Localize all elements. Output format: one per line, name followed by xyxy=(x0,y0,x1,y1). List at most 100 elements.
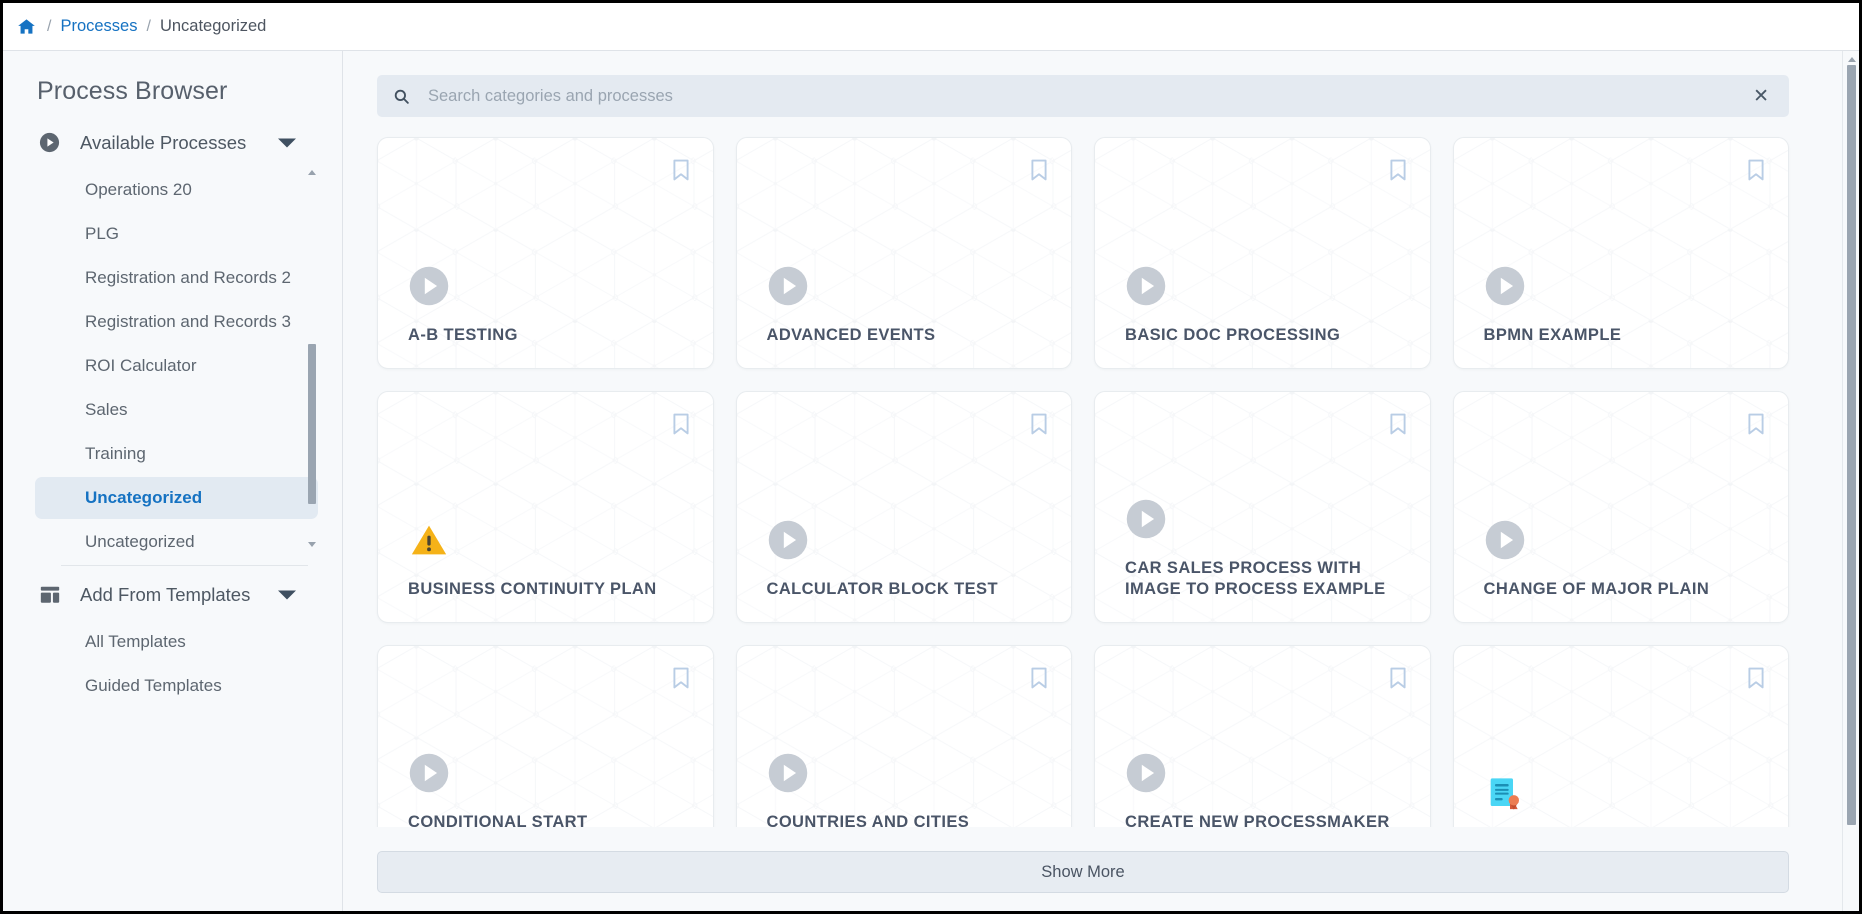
home-icon[interactable] xyxy=(17,17,36,36)
sidebar-section-label: Add From Templates xyxy=(80,584,250,606)
process-card-body: CHANGE OF MAJOR PLAIN xyxy=(1484,519,1765,600)
sidebar-section-add-from-templates: Add From Templates All Templates Guided … xyxy=(3,576,342,709)
page-body: Process Browser Available Processes Oper… xyxy=(3,51,1859,911)
sidebar-section-header-add-from-templates[interactable]: Add From Templates xyxy=(3,576,342,613)
play-circle-icon xyxy=(408,265,450,307)
sidebar-scrollbar-thumb[interactable] xyxy=(308,344,316,504)
search-box: ✕ xyxy=(377,75,1789,117)
templates-icon xyxy=(37,582,62,607)
bookmark-icon[interactable] xyxy=(671,412,691,441)
process-card[interactable]: CREDIT APPROVAL PROCESS xyxy=(1453,645,1790,827)
process-card-body: CONDITIONAL START SUBPROCESS xyxy=(408,752,689,827)
sidebar-item-plg[interactable]: PLG xyxy=(35,213,318,255)
breadcrumb-current: Uncategorized xyxy=(160,17,266,36)
show-more-wrap: Show More xyxy=(343,827,1859,911)
process-card[interactable]: CALCULATOR BLOCK TEST xyxy=(736,391,1073,623)
process-card-title: BASIC DOC PROCESSING xyxy=(1125,325,1406,346)
process-cards-grid: A-B TESTING ADVANCED EVENTS BASIC DOC PROC… xyxy=(377,137,1789,827)
bookmark-icon[interactable] xyxy=(671,158,691,187)
bookmark-icon[interactable] xyxy=(1388,666,1408,695)
sidebar: Process Browser Available Processes Oper… xyxy=(3,51,343,911)
bookmark-icon[interactable] xyxy=(1029,158,1049,187)
sidebar-section-available-processes: Available Processes Operations 20 PLG Re… xyxy=(3,124,342,551)
process-card[interactable]: BASIC DOC PROCESSING xyxy=(1094,137,1431,369)
scroll-down-arrow-icon[interactable] xyxy=(308,541,316,547)
sidebar-item-roi-calculator[interactable]: ROI Calculator xyxy=(35,345,318,387)
sidebar-item-operations-20[interactable]: Operations 20 xyxy=(35,169,318,211)
sidebar-processes-list: Operations 20 PLG Registration and Recor… xyxy=(3,161,342,551)
play-circle-icon xyxy=(37,130,62,155)
main-scroll-area: ✕ A-B TESTING ADVANCED EVENTS BASIC DOC PR… xyxy=(343,51,1859,827)
clear-search-button[interactable]: ✕ xyxy=(1747,85,1775,108)
process-card[interactable]: BPMN EXAMPLE xyxy=(1453,137,1790,369)
bookmark-icon[interactable] xyxy=(671,666,691,695)
sidebar-item-uncategorized[interactable]: Uncategorized xyxy=(35,521,318,551)
process-card-body: CAR SALES PROCESS WITH IMAGE TO PROCESS … xyxy=(1125,498,1406,600)
process-card-body: BASIC DOC PROCESSING xyxy=(1125,265,1406,346)
breadcrumb-separator-1: / xyxy=(47,18,51,36)
page-scrollbar[interactable] xyxy=(1842,51,1859,911)
process-card-title: BUSINESS CONTINUITY PLAN xyxy=(408,579,689,600)
search-icon xyxy=(393,88,410,105)
bookmark-icon[interactable] xyxy=(1388,412,1408,441)
process-card[interactable]: A-B TESTING xyxy=(377,137,714,369)
bookmark-icon[interactable] xyxy=(1388,158,1408,187)
process-card-body: CREATE NEW PROCESSMAKER USER xyxy=(1125,752,1406,827)
play-circle-icon xyxy=(1125,752,1167,794)
main-content: ✕ A-B TESTING ADVANCED EVENTS BASIC DOC PR… xyxy=(343,51,1859,911)
bookmark-icon[interactable] xyxy=(1746,412,1766,441)
sidebar-item-uncategorized-selected[interactable]: Uncategorized xyxy=(35,477,318,519)
play-circle-icon xyxy=(408,752,450,794)
process-card[interactable]: BUSINESS CONTINUITY PLAN xyxy=(377,391,714,623)
play-circle-icon xyxy=(767,752,809,794)
play-circle-icon xyxy=(1484,265,1526,307)
process-card-title: CALCULATOR BLOCK TEST xyxy=(767,579,1048,600)
process-card[interactable]: CAR SALES PROCESS WITH IMAGE TO PROCESS … xyxy=(1094,391,1431,623)
sidebar-item-guided-templates[interactable]: Guided Templates xyxy=(35,665,318,707)
process-card[interactable]: COUNTRIES AND CITIES EXAMPLE xyxy=(736,645,1073,827)
sidebar-item-sales[interactable]: Sales xyxy=(35,389,318,431)
process-card-title: CHANGE OF MAJOR PLAIN xyxy=(1484,579,1765,600)
bookmark-icon[interactable] xyxy=(1029,666,1049,695)
process-card[interactable]: CREATE NEW PROCESSMAKER USER xyxy=(1094,645,1431,827)
process-card[interactable]: CHANGE OF MAJOR PLAIN xyxy=(1453,391,1790,623)
search-row: ✕ xyxy=(377,75,1831,137)
process-card-body: CALCULATOR BLOCK TEST xyxy=(767,519,1048,600)
scroll-up-arrow-icon[interactable] xyxy=(1843,53,1859,65)
sidebar-item-registration-and-records-3[interactable]: Registration and Records 3 xyxy=(35,301,318,343)
search-input[interactable] xyxy=(410,87,1747,106)
process-card[interactable]: ADVANCED EVENTS xyxy=(736,137,1073,369)
process-card-title: CAR SALES PROCESS WITH IMAGE TO PROCESS … xyxy=(1125,558,1406,600)
bookmark-icon[interactable] xyxy=(1029,412,1049,441)
process-card-body: ADVANCED EVENTS xyxy=(767,265,1048,346)
process-card-title: A-B TESTING xyxy=(408,325,689,346)
page-title: Process Browser xyxy=(3,51,342,124)
sidebar-item-all-templates[interactable]: All Templates xyxy=(35,621,318,663)
chevron-down-icon[interactable] xyxy=(278,590,296,599)
breadcrumb-separator-2: / xyxy=(146,18,150,36)
warning-triangle-icon xyxy=(408,519,450,561)
process-card-title: ADVANCED EVENTS xyxy=(767,325,1048,346)
play-circle-icon xyxy=(1484,519,1526,561)
sidebar-item-registration-and-records-2[interactable]: Registration and Records 2 xyxy=(35,257,318,299)
scroll-up-arrow-icon[interactable] xyxy=(308,169,316,175)
breadcrumb-link-processes[interactable]: Processes xyxy=(60,17,137,36)
sidebar-templates-list: All Templates Guided Templates xyxy=(3,613,342,709)
process-card-title: BPMN EXAMPLE xyxy=(1484,325,1765,346)
chevron-down-icon[interactable] xyxy=(278,138,296,147)
sidebar-divider xyxy=(61,565,308,566)
process-card-body: BUSINESS CONTINUITY PLAN xyxy=(408,519,689,600)
bookmark-icon[interactable] xyxy=(1746,158,1766,187)
sidebar-section-header-available-processes[interactable]: Available Processes xyxy=(3,124,342,161)
play-circle-icon xyxy=(767,519,809,561)
play-circle-icon xyxy=(767,265,809,307)
page-scrollbar-thumb[interactable] xyxy=(1847,65,1856,825)
bookmark-icon[interactable] xyxy=(1746,666,1766,695)
play-circle-icon xyxy=(1125,498,1167,540)
play-circle-icon xyxy=(1125,265,1167,307)
process-card-body: COUNTRIES AND CITIES EXAMPLE xyxy=(767,752,1048,827)
process-card[interactable]: CONDITIONAL START SUBPROCESS xyxy=(377,645,714,827)
sidebar-item-training[interactable]: Training xyxy=(35,433,318,475)
sidebar-scrollbar[interactable] xyxy=(308,169,316,547)
show-more-button[interactable]: Show More xyxy=(377,851,1789,893)
